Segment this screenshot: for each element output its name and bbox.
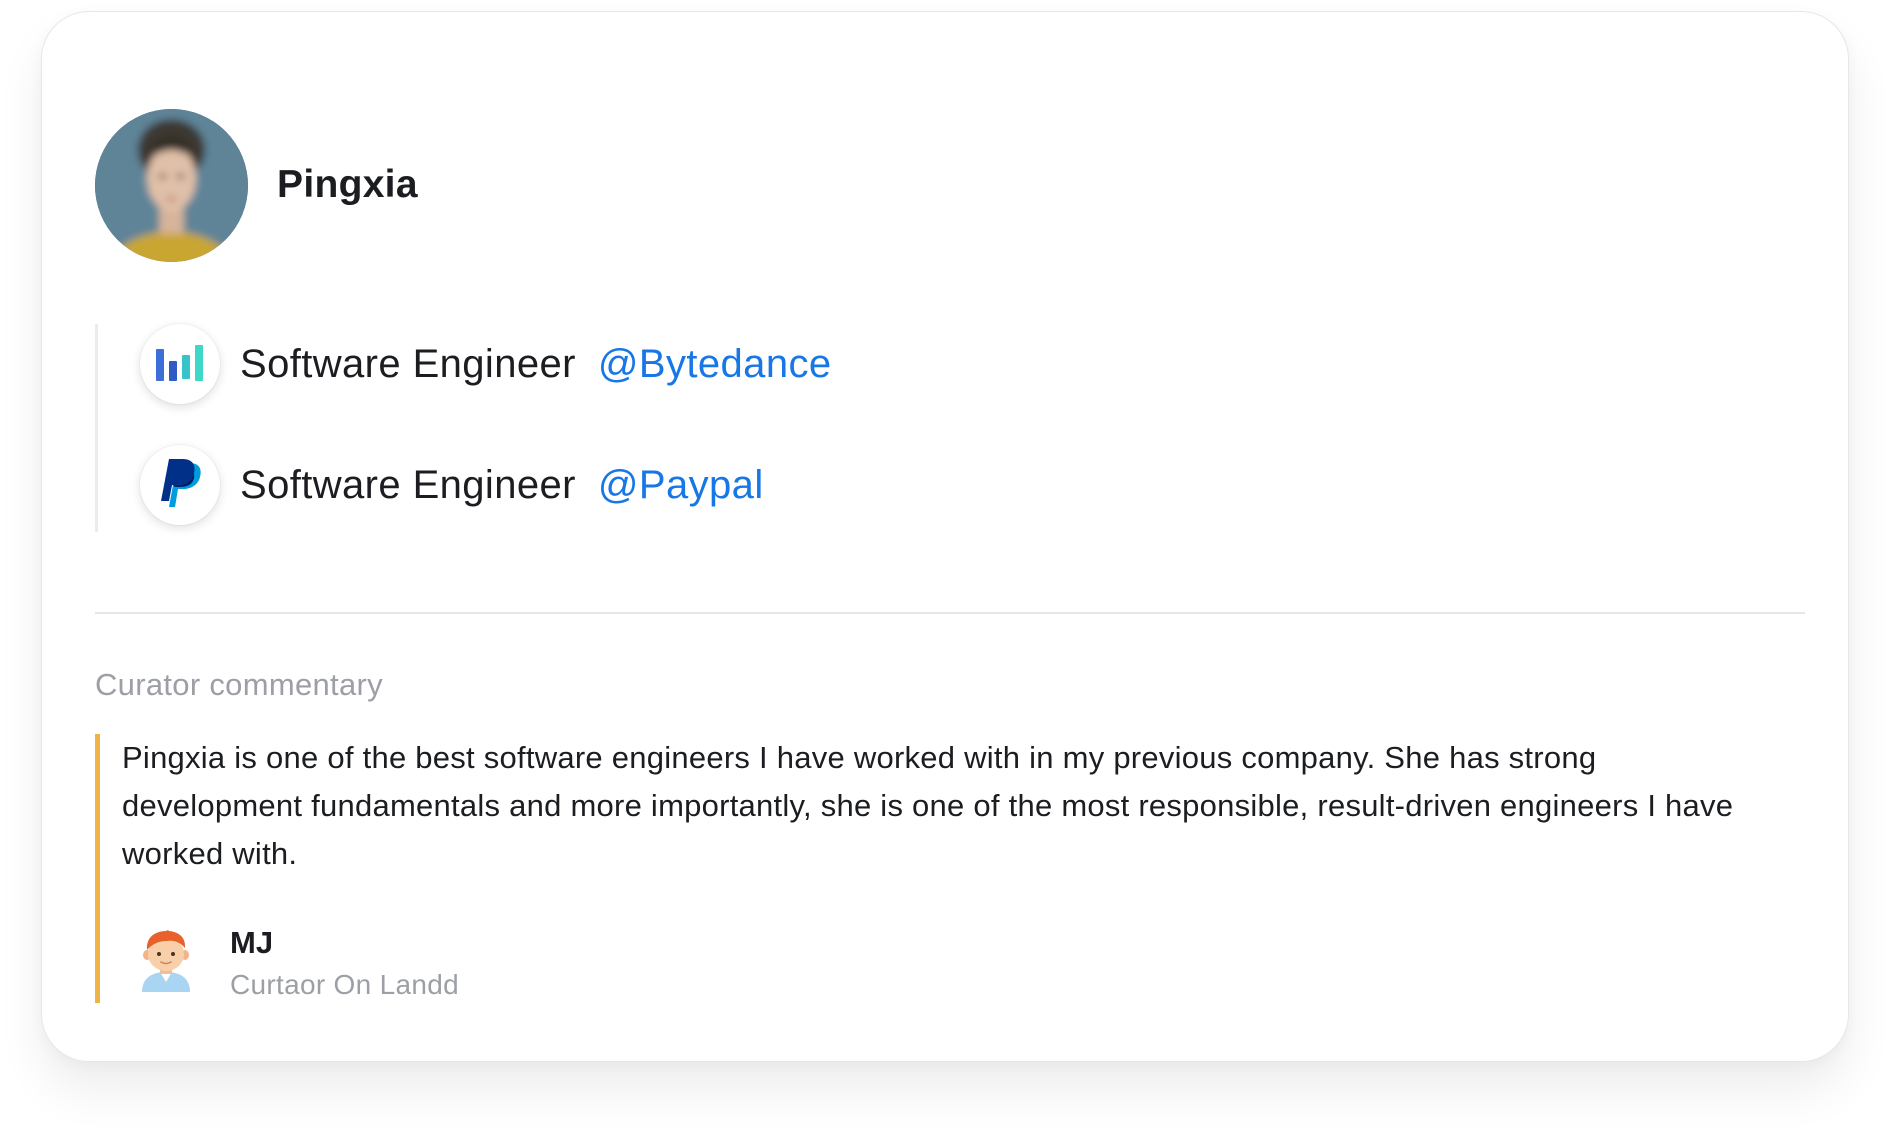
curator-name: MJ (230, 925, 274, 960)
curator-title: Curtaor On Landd (230, 969, 459, 1000)
experience-list: Software Engineer @Bytedance Software En… (95, 324, 998, 532)
commentary-text: Pingxia is one of the best software engi… (122, 740, 1734, 871)
paypal-logo-icon (140, 445, 220, 525)
experience-role: Software Engineer (240, 341, 576, 386)
commentary-heading: Curator commentary (95, 667, 383, 702)
section-divider (95, 612, 1805, 614)
company-link-paypal[interactable]: @Paypal (598, 463, 764, 508)
experience-role: Software Engineer (240, 462, 576, 507)
profile-card: Pingxia Software Engineer @Bytedance Sof… (41, 11, 1849, 1062)
company-link-bytedance[interactable]: @Bytedance (598, 342, 832, 387)
experience-item: Software Engineer @Paypal (140, 445, 764, 525)
profile-avatar (95, 109, 248, 262)
experience-item: Software Engineer @Bytedance (140, 324, 832, 404)
commentary-quote: Pingxia is one of the best software engi… (95, 734, 1805, 1003)
profile-name: Pingxia (277, 163, 418, 206)
bytedance-logo-icon (140, 324, 220, 404)
curator-avatar-icon (138, 930, 194, 992)
